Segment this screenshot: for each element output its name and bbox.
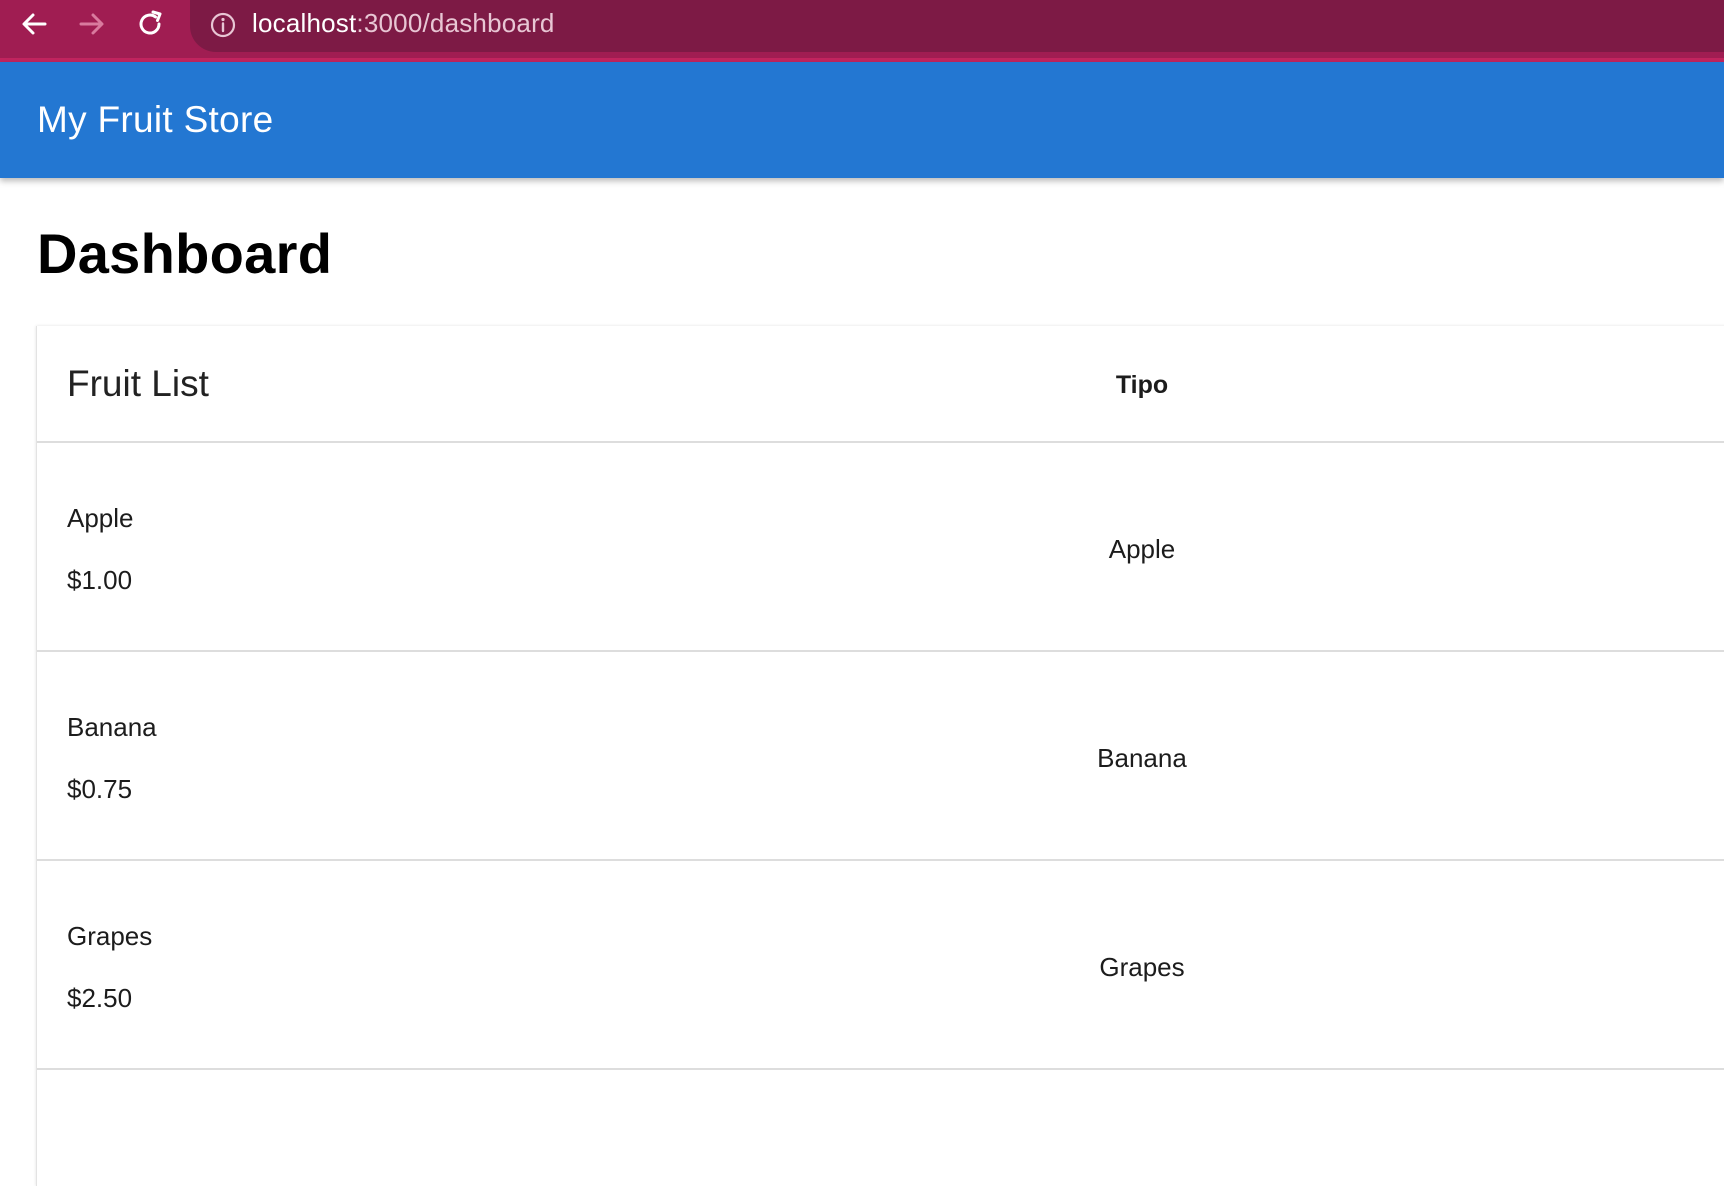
- fruit-type: Apple: [1108, 534, 1176, 564]
- fruit-price: $0.75: [67, 774, 133, 804]
- fruit-price: $1.00: [67, 565, 133, 595]
- browser-toolbar: localhost:3000/dashboard: [0, 0, 1724, 62]
- table-row: Grapes $2.50 Grapes: [37, 861, 1724, 1070]
- fruit-type: Grapes: [1099, 952, 1185, 982]
- app-bar: My Fruit Store: [0, 62, 1724, 178]
- card-header: Fruit List Tipo: [37, 326, 1724, 443]
- fruit-name: Grapes: [67, 921, 153, 951]
- fruit-list-card: Fruit List Tipo Apple $1.00 Apple Banana…: [36, 326, 1724, 1186]
- fruit-type: Banana: [1097, 743, 1187, 773]
- table-row: Banana $0.75 Banana: [37, 652, 1724, 861]
- fruit-name: Banana: [67, 712, 157, 742]
- app-title: My Fruit Store: [37, 99, 274, 140]
- site-info-button[interactable]: [208, 10, 238, 40]
- fruit-name: Apple: [67, 503, 134, 533]
- page-title: Dashboard: [37, 222, 333, 285]
- reload-button[interactable]: [130, 4, 170, 44]
- table-row: Apple $1.00 Apple: [37, 443, 1724, 652]
- fruit-price: $2.50: [67, 983, 133, 1013]
- url-path: :3000/dashboard: [356, 8, 555, 38]
- address-bar[interactable]: localhost:3000/dashboard: [190, 0, 1724, 52]
- card-title: Fruit List: [67, 363, 209, 404]
- url-host: localhost: [252, 8, 357, 38]
- column-header-label: Tipo: [1115, 371, 1169, 399]
- back-button[interactable]: [14, 4, 54, 44]
- arrow-right-icon: [79, 13, 104, 35]
- forward-button[interactable]: [72, 4, 112, 44]
- info-circle-icon: [210, 12, 236, 38]
- reload-icon: [139, 10, 162, 35]
- arrow-left-icon: [22, 13, 47, 35]
- url-text[interactable]: localhost:3000/dashboard: [252, 8, 555, 38]
